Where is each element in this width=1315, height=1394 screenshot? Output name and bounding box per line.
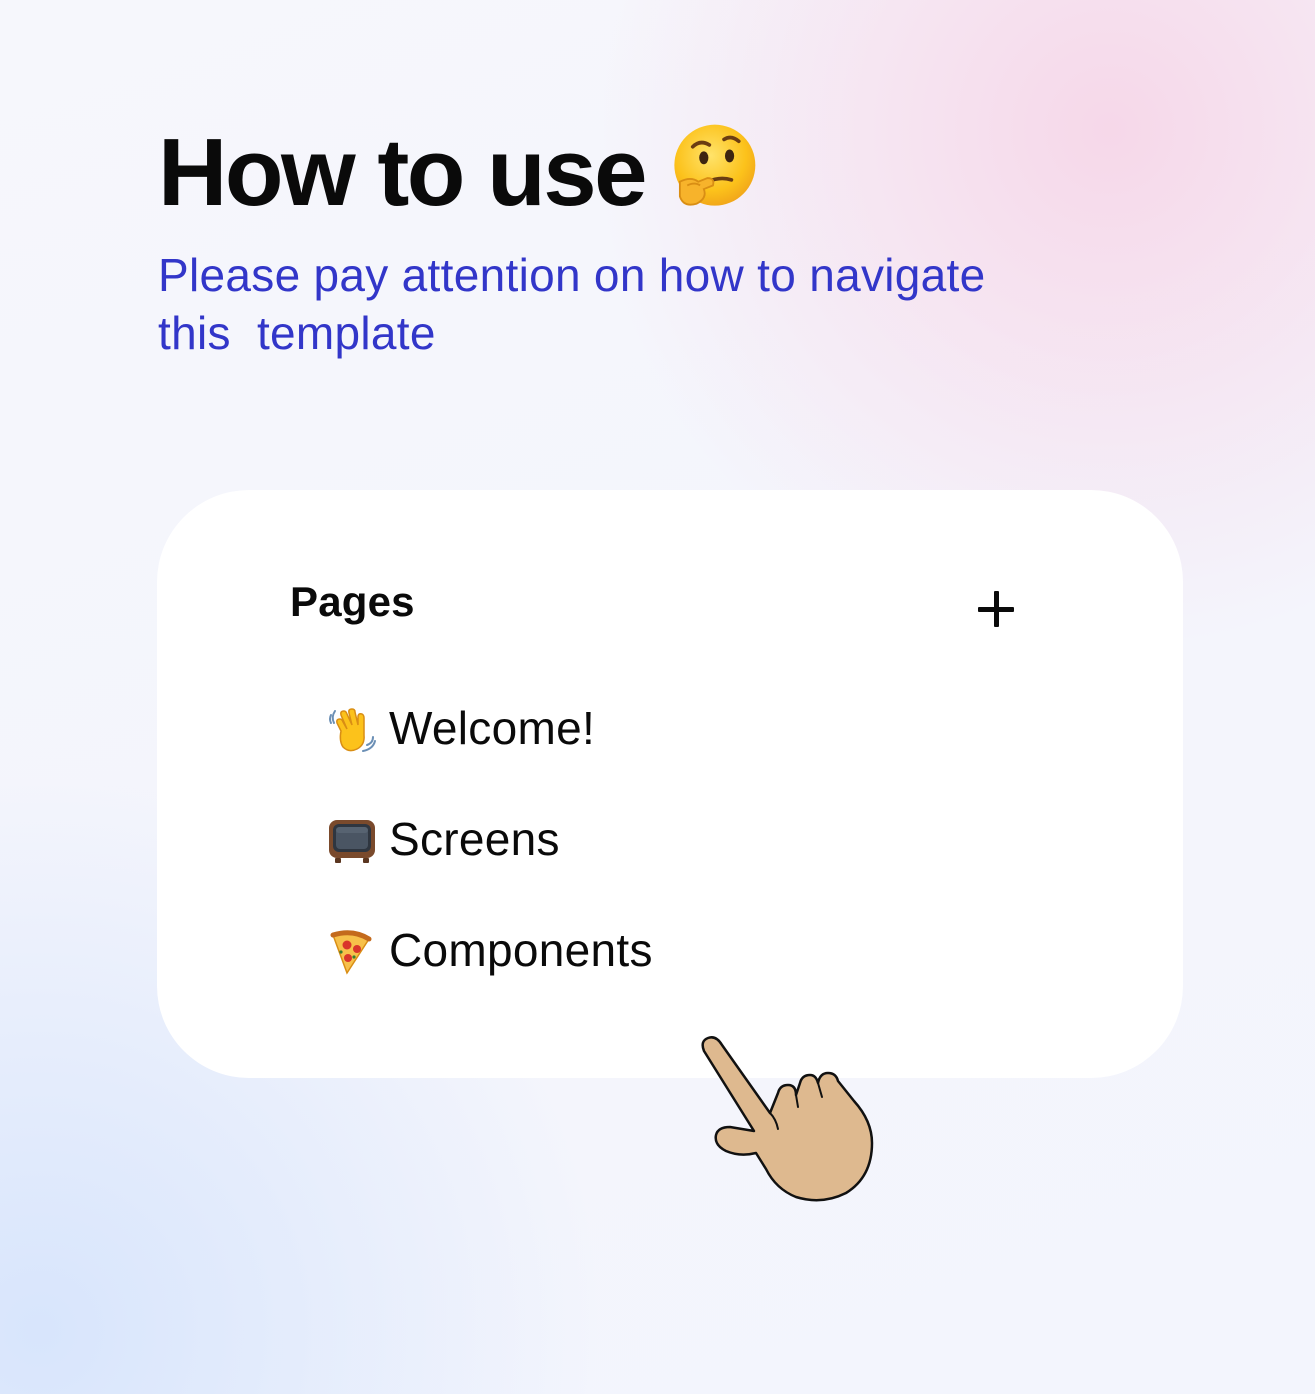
thinking-face-icon	[674, 124, 756, 206]
page-subtitle: Please pay attention on how to navigate …	[158, 249, 986, 359]
pages-heading: Pages	[290, 578, 415, 625]
page-title: How to use	[158, 118, 759, 228]
page-item-label: Components	[389, 924, 653, 976]
page-item-label: Welcome!	[389, 702, 596, 754]
television-icon	[329, 820, 375, 863]
page-item-welcome[interactable]: Welcome!	[327, 695, 653, 806]
page-item-components[interactable]: Components	[327, 917, 653, 1028]
page-item-label: Screens	[389, 813, 560, 865]
add-page-button[interactable]	[975, 587, 1019, 631]
page-item-screens[interactable]: Screens	[327, 806, 653, 917]
page-title-text: How to use	[158, 119, 648, 226]
pages-panel: Pages Welcome! Screens Components	[157, 490, 1183, 1078]
waving-hand-icon	[329, 708, 376, 752]
pizza-icon	[330, 930, 372, 975]
pointing-hand-cursor-icon	[701, 1036, 874, 1202]
pages-list: Welcome! Screens Components	[327, 695, 653, 1028]
